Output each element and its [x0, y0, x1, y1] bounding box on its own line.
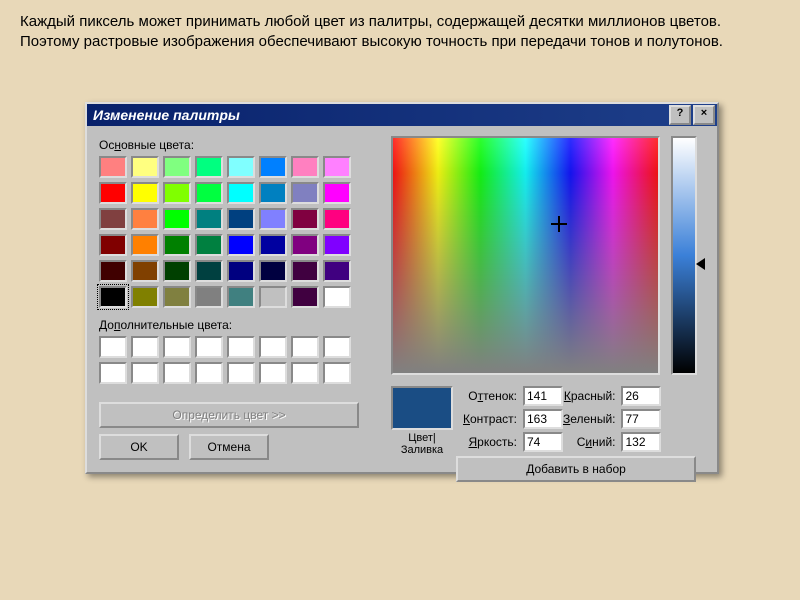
basic-swatch[interactable] [227, 286, 255, 308]
basic-swatch[interactable] [323, 234, 351, 256]
basic-swatch[interactable] [163, 286, 191, 308]
basic-swatch[interactable] [195, 260, 223, 282]
basic-swatch[interactable] [227, 234, 255, 256]
luminance-arrow-icon[interactable] [696, 258, 705, 270]
color-preview [391, 386, 453, 430]
basic-swatch[interactable] [291, 156, 319, 178]
basic-swatch[interactable] [131, 208, 159, 230]
custom-swatch[interactable] [259, 336, 287, 358]
green-input[interactable] [621, 409, 661, 429]
basic-swatch[interactable] [291, 208, 319, 230]
luminance-slider[interactable] [671, 136, 697, 375]
preview-label: Цвет|Заливка [391, 432, 453, 456]
basic-colors-label: Основные цвета: [99, 138, 379, 152]
red-label: Красный: [563, 389, 616, 403]
custom-swatch[interactable] [163, 336, 191, 358]
custom-swatch[interactable] [195, 362, 223, 384]
define-color-button: Определить цвет >> [99, 402, 359, 428]
custom-colors-grid [99, 336, 379, 384]
custom-swatch[interactable] [99, 362, 127, 384]
basic-swatch[interactable] [99, 260, 127, 282]
color-fields: Оттенок: Красный: Контраст: Зеленый: Ярк… [463, 386, 655, 452]
add-to-custom-button[interactable]: Добавить в набор [456, 456, 696, 482]
basic-swatch[interactable] [131, 260, 159, 282]
basic-swatch[interactable] [195, 156, 223, 178]
custom-colors-label: Дополнительные цвета: [99, 318, 379, 332]
ok-button[interactable]: OK [99, 434, 179, 460]
basic-swatch[interactable] [227, 156, 255, 178]
basic-swatch[interactable] [259, 286, 287, 308]
crosshair-icon [551, 216, 567, 232]
basic-swatch[interactable] [195, 208, 223, 230]
basic-swatch[interactable] [99, 208, 127, 230]
basic-swatch[interactable] [291, 286, 319, 308]
dialog-title: Изменение палитры [93, 107, 240, 123]
basic-swatch[interactable] [323, 286, 351, 308]
basic-swatch[interactable] [195, 234, 223, 256]
color-dialog: Изменение палитры ? × Основные цвета: До… [85, 102, 719, 474]
basic-swatch[interactable] [259, 234, 287, 256]
basic-swatch[interactable] [99, 156, 127, 178]
lum-input[interactable] [523, 432, 563, 452]
basic-swatch[interactable] [259, 260, 287, 282]
basic-swatch[interactable] [163, 260, 191, 282]
custom-swatch[interactable] [131, 336, 159, 358]
basic-swatch[interactable] [323, 182, 351, 204]
blue-input[interactable] [621, 432, 661, 452]
basic-swatch[interactable] [131, 234, 159, 256]
basic-swatch[interactable] [323, 208, 351, 230]
basic-swatch[interactable] [195, 286, 223, 308]
cancel-button[interactable]: Отмена [189, 434, 269, 460]
titlebar[interactable]: Изменение палитры ? × [87, 104, 717, 126]
custom-swatch[interactable] [323, 362, 351, 384]
basic-swatch[interactable] [259, 208, 287, 230]
basic-swatch[interactable] [163, 208, 191, 230]
custom-swatch[interactable] [291, 336, 319, 358]
basic-swatch[interactable] [291, 260, 319, 282]
basic-swatch[interactable] [291, 234, 319, 256]
basic-swatch[interactable] [99, 182, 127, 204]
blue-label: Синий: [563, 435, 616, 449]
add-button-label: Добавить в набор [526, 462, 626, 476]
custom-swatch[interactable] [131, 362, 159, 384]
custom-swatch[interactable] [99, 336, 127, 358]
basic-swatch[interactable] [163, 156, 191, 178]
custom-swatch[interactable] [227, 362, 255, 384]
basic-swatch[interactable] [227, 208, 255, 230]
custom-swatch[interactable] [163, 362, 191, 384]
basic-swatch[interactable] [323, 260, 351, 282]
basic-swatch[interactable] [131, 286, 159, 308]
basic-swatch[interactable] [259, 182, 287, 204]
basic-swatch[interactable] [131, 182, 159, 204]
basic-colors-grid [99, 156, 379, 308]
basic-swatch[interactable] [323, 156, 351, 178]
basic-swatch[interactable] [259, 156, 287, 178]
basic-swatch[interactable] [131, 156, 159, 178]
custom-swatch[interactable] [227, 336, 255, 358]
close-button[interactable]: × [693, 105, 715, 125]
help-button[interactable]: ? [669, 105, 691, 125]
basic-swatch[interactable] [291, 182, 319, 204]
basic-swatch[interactable] [99, 234, 127, 256]
sat-label: Контраст: [463, 412, 517, 426]
color-gradient[interactable] [391, 136, 660, 375]
lum-label: Яркость: [463, 435, 517, 449]
basic-swatch[interactable] [195, 182, 223, 204]
custom-swatch[interactable] [323, 336, 351, 358]
page-description: Каждый пиксель может принимать любой цве… [0, 0, 800, 61]
custom-swatch[interactable] [291, 362, 319, 384]
basic-swatch[interactable] [163, 182, 191, 204]
hue-label: Оттенок: [463, 389, 517, 403]
custom-swatch[interactable] [195, 336, 223, 358]
basic-swatch[interactable] [227, 182, 255, 204]
basic-swatch[interactable] [227, 260, 255, 282]
basic-swatch[interactable] [163, 234, 191, 256]
basic-swatch[interactable] [99, 286, 127, 308]
red-input[interactable] [621, 386, 661, 406]
green-label: Зеленый: [563, 412, 616, 426]
hue-input[interactable] [523, 386, 563, 406]
custom-swatch[interactable] [259, 362, 287, 384]
sat-input[interactable] [523, 409, 563, 429]
